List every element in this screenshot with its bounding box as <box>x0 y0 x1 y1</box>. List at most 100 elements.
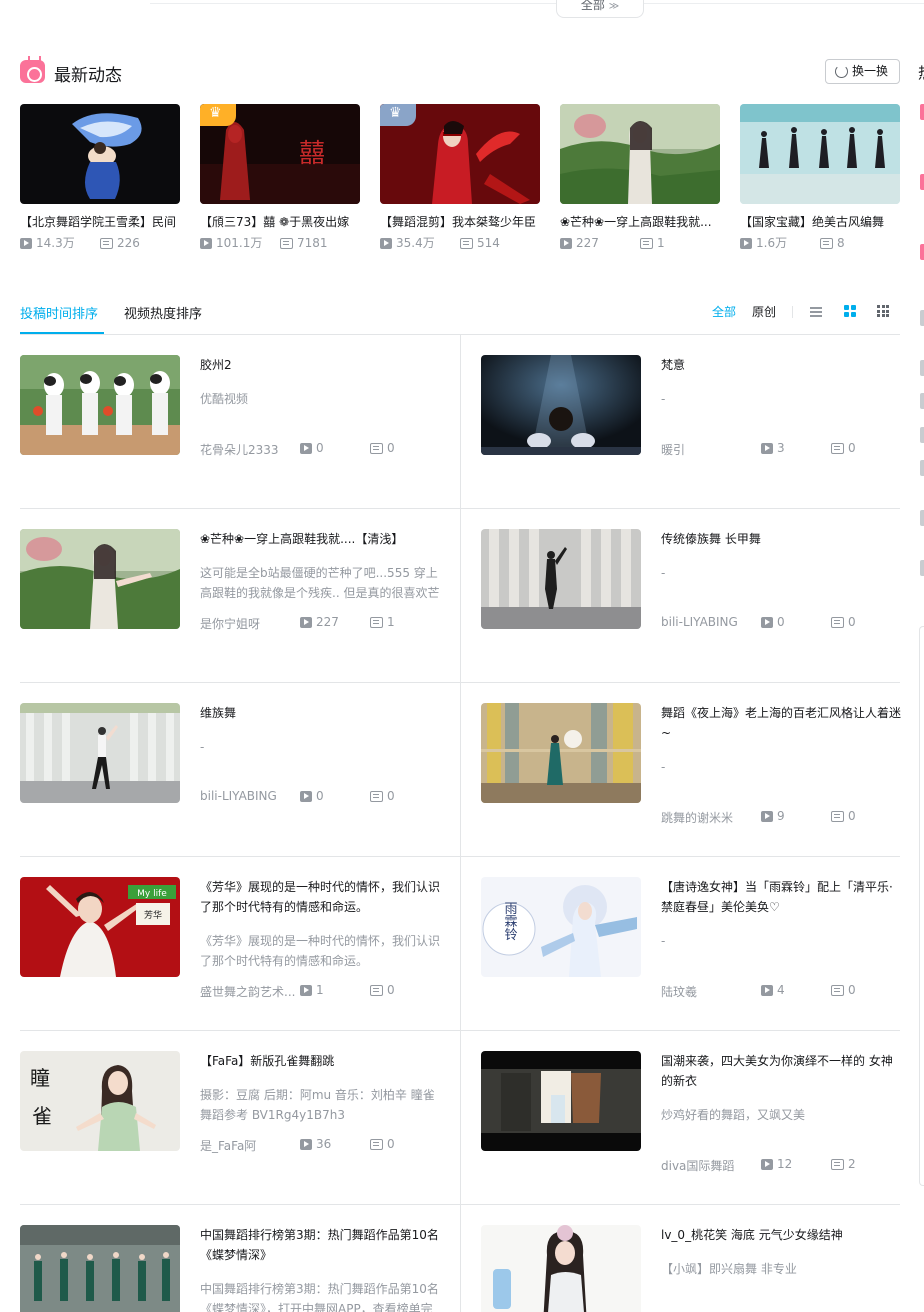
play-count: 9 <box>777 809 785 823</box>
video-thumbnail[interactable] <box>481 355 641 455</box>
dense-grid-view-icon[interactable] <box>877 305 889 317</box>
danmaku-count: 0 <box>387 1137 395 1151</box>
danmaku-count: 226 <box>117 236 140 250</box>
video-item[interactable]: My life 芳华 《芳华》展现的是一种时代的情怀，我们认识了那个时代特有的情… <box>20 877 440 1007</box>
rank-badge <box>920 174 924 190</box>
video-item[interactable]: 胶州2 优酷视频 花骨朵儿2333 0 0 <box>20 355 440 485</box>
uploader-name[interactable]: 跳舞的谢米米 <box>661 809 757 826</box>
video-title[interactable]: 梵意 <box>661 355 901 375</box>
video-thumbnail[interactable]: 瞳 雀 <box>20 1051 180 1151</box>
video-thumbnail[interactable] <box>20 703 180 803</box>
play-count: 0 <box>316 789 324 803</box>
dynamic-card[interactable]: 【北京舞蹈学院王雪柔】民间 14.3万 226 <box>20 104 180 251</box>
filter-all[interactable]: 全部 <box>712 303 736 320</box>
play-count-icon <box>761 984 773 996</box>
video-item[interactable]: 雨霖铃 【唐诗逸女神】当「雨霖铃」配上「清平乐·禁庭春昼」美伦美奂♡ - 陆玟羲… <box>481 877 901 1007</box>
tab-sort-hot[interactable]: 视频热度排序 <box>124 303 202 322</box>
video-thumbnail[interactable] <box>20 104 180 204</box>
grid-view-icon[interactable] <box>844 305 856 317</box>
thumbnail-caption: 芳华 <box>144 909 162 921</box>
tab-sort-time[interactable]: 投稿时间排序 <box>20 303 105 334</box>
play-count: 35.4万 <box>396 236 435 250</box>
video-thumbnail[interactable] <box>20 1225 180 1312</box>
video-title[interactable]: 传统傣族舞 长甲舞 <box>661 529 901 549</box>
rank-badge <box>920 393 924 409</box>
video-title[interactable]: ❀芒种❀一穿上高跟鞋我就....【清浅】 <box>200 529 440 549</box>
thumbnail-caption: 瞳 <box>30 1066 50 1090</box>
video-thumbnail[interactable] <box>481 703 641 803</box>
dynamic-title[interactable]: 【舞蹈混剪】我本桀骜少年臣 <box>380 214 540 230</box>
filter-original[interactable]: 原创 <box>752 303 776 320</box>
video-desc: - <box>661 934 666 948</box>
dynamic-card[interactable]: 【国家宝藏】绝美古风编舞 1.6万 8 <box>740 104 900 251</box>
video-thumbnail[interactable] <box>20 355 180 455</box>
dynamic-title[interactable]: 【北京舞蹈学院王雪柔】民间 <box>20 214 180 230</box>
uploader-name[interactable]: diva国际舞蹈 <box>661 1157 757 1174</box>
video-title[interactable]: 胶州2 <box>200 355 440 375</box>
video-desc: 【小飒】即兴扇舞 非专业 <box>661 1262 797 1276</box>
uploader-name[interactable]: 陆玟羲 <box>661 983 757 1000</box>
video-thumbnail[interactable] <box>481 1051 641 1151</box>
danmaku-count: 1 <box>657 236 665 250</box>
uploader-name[interactable]: 是_FaFa阿 <box>200 1137 296 1154</box>
all-tab[interactable]: 全部 ≫ <box>556 0 644 18</box>
dynamic-card[interactable]: 【舞蹈混剪】我本桀骜少年臣 35.4万 514 <box>380 104 540 251</box>
video-desc: - <box>200 740 205 754</box>
danmaku-count: 1 <box>387 615 395 629</box>
video-title[interactable]: 《芳华》展现的是一种时代的情怀，我们认识了那个时代特有的情感和命运。 <box>200 877 440 917</box>
uploader-name[interactable]: bili-LIYABING <box>661 615 757 629</box>
dynamic-title[interactable]: 【頎三73】囍 ❁于黑夜出嫁 <box>200 214 360 230</box>
video-item[interactable]: 中国舞蹈排行榜第3期：热门舞蹈作品第10名《蝶梦情深》 中国舞蹈排行榜第3期：热… <box>20 1225 440 1312</box>
dynamic-card[interactable]: ❀芒种❀一穿上高跟鞋我就... 227 1 <box>560 104 720 251</box>
video-thumbnail[interactable]: 雨霖铃 <box>481 877 641 977</box>
play-count: 14.3万 <box>36 236 75 250</box>
video-title[interactable]: 国潮来袭，四大美女为你演绎不一样的 女神的新衣 <box>661 1051 901 1091</box>
row-divider <box>20 1030 900 1031</box>
column-divider <box>460 335 461 1312</box>
video-thumbnail[interactable] <box>740 104 900 204</box>
video-thumbnail[interactable]: 囍 <box>200 104 360 204</box>
swap-button[interactable]: 换一换 <box>825 59 900 84</box>
video-title[interactable]: 【唐诗逸女神】当「雨霖铃」配上「清平乐·禁庭春昼」美伦美奂♡ <box>661 877 901 917</box>
video-item[interactable]: ❀芒种❀一穿上高跟鞋我就....【清浅】 这可能是全b站最僵硬的芒种了吧...5… <box>20 529 440 659</box>
video-thumbnail[interactable] <box>20 529 180 629</box>
dynamic-card[interactable]: 囍 【頎三73】囍 ❁于黑夜出嫁 101.1万 7181 <box>200 104 360 251</box>
video-item[interactable]: lv_0_桃花笑 海底 元气少女缘结神 【小飒】即兴扇舞 非专业 <box>481 1225 901 1312</box>
uploader-name[interactable]: 盛世舞之韵艺术... <box>200 983 296 1000</box>
dynamic-title[interactable]: ❀芒种❀一穿上高跟鞋我就... <box>560 214 720 230</box>
video-item[interactable]: 维族舞 - bili-LIYABING 0 0 <box>20 703 440 833</box>
play-count: 227 <box>316 615 339 629</box>
play-count: 101.1万 <box>216 236 263 250</box>
video-thumbnail[interactable]: My life 芳华 <box>20 877 180 977</box>
rank-badge <box>920 360 924 376</box>
video-item[interactable]: 舞蹈《夜上海》老上海的百老汇风格让人着迷~ - 跳舞的谢米米 9 0 <box>481 703 901 833</box>
video-item[interactable]: 传统傣族舞 长甲舞 - bili-LIYABING 0 0 <box>481 529 901 659</box>
dynamic-title[interactable]: 【国家宝藏】绝美古风编舞 <box>740 214 900 230</box>
video-thumbnail[interactable] <box>380 104 540 204</box>
video-title[interactable]: 【FaFa】新版孔雀舞翻跳 <box>200 1051 440 1071</box>
uploader-name[interactable]: 暖引 <box>661 441 757 458</box>
uploader-name[interactable]: bili-LIYABING <box>200 789 296 803</box>
video-title[interactable]: 中国舞蹈排行榜第3期：热门舞蹈作品第10名《蝶梦情深》 <box>200 1225 440 1265</box>
side-panel-edge <box>919 626 924 1186</box>
video-thumbnail[interactable] <box>481 529 641 629</box>
video-thumbnail[interactable] <box>560 104 720 204</box>
uploader-name[interactable]: 是你宁姐呀 <box>200 615 296 632</box>
xi-character: 囍 <box>299 139 325 169</box>
video-title[interactable]: lv_0_桃花笑 海底 元气少女缘结神 <box>661 1225 901 1245</box>
video-desc: 优酷视频 <box>200 392 249 406</box>
video-title[interactable]: 维族舞 <box>200 703 440 723</box>
danmaku-icon <box>831 442 844 454</box>
list-view-icon[interactable] <box>810 306 822 318</box>
video-item[interactable]: 国潮来袭，四大美女为你演绎不一样的 女神的新衣 炒鸡好看的舞蹈，又飒又美 div… <box>481 1051 901 1181</box>
danmaku-icon <box>370 442 383 454</box>
video-thumbnail[interactable] <box>481 1225 641 1312</box>
play-count-icon <box>300 442 312 454</box>
uploader-name[interactable]: 花骨朵儿2333 <box>200 441 296 458</box>
danmaku-icon <box>370 616 383 628</box>
row-divider <box>20 856 900 857</box>
video-item[interactable]: 瞳 雀 【FaFa】新版孔雀舞翻跳 摄影：豆腐 后期：阿mu 音乐：刘柏辛 瞳雀… <box>20 1051 440 1181</box>
rank-badge <box>920 560 924 576</box>
video-item[interactable]: 梵意 - 暖引 3 0 <box>481 355 901 485</box>
video-title[interactable]: 舞蹈《夜上海》老上海的百老汇风格让人着迷~ <box>661 703 901 743</box>
